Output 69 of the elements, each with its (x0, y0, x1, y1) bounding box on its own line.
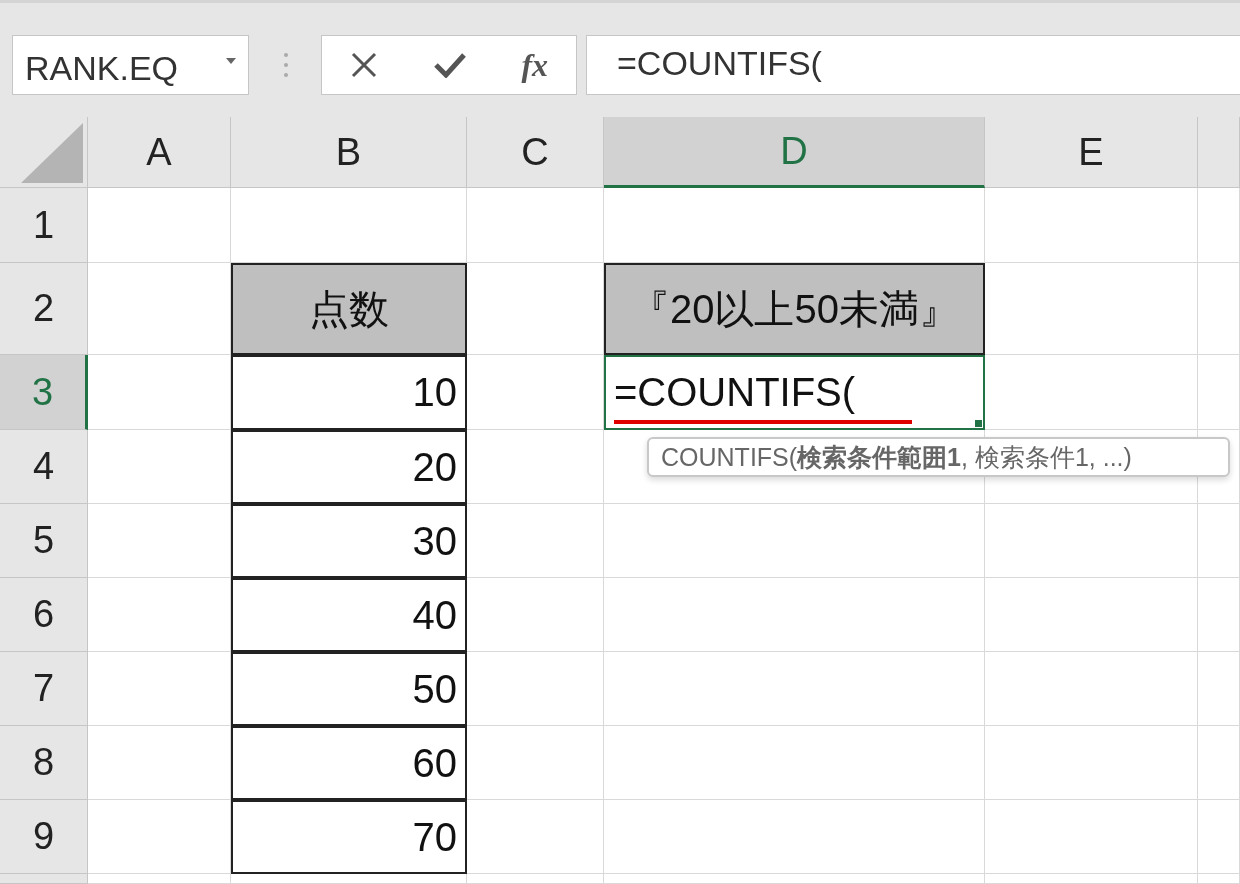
table-cell: 50 (231, 652, 467, 726)
table-cell: 70 (231, 800, 467, 874)
column-header[interactable]: D (604, 117, 985, 188)
checkmark-icon[interactable] (433, 52, 466, 78)
row-header[interactable]: 1 (0, 188, 88, 263)
table-cell: 『20以上50未満』 (604, 263, 985, 355)
row-header[interactable]: 7 (0, 652, 88, 726)
empty-cell[interactable] (1198, 504, 1240, 578)
empty-cell[interactable] (1198, 355, 1240, 430)
table-cell: 点数 (231, 263, 467, 355)
drag-handle-icon[interactable] (284, 52, 288, 78)
column-header[interactable]: B (231, 117, 467, 188)
table-cell: 40 (231, 578, 467, 652)
formula-bar[interactable]: =COUNTIFS( (586, 35, 1240, 95)
empty-cell[interactable] (604, 726, 985, 800)
insert-function-button[interactable]: fx (521, 46, 549, 84)
empty-cell[interactable] (1198, 800, 1240, 874)
name-box[interactable]: RANK.EQ (12, 35, 249, 95)
row-header[interactable]: 5 (0, 504, 88, 578)
empty-cell[interactable] (467, 652, 604, 726)
column-header[interactable]: E (985, 117, 1198, 188)
empty-cell[interactable] (985, 652, 1198, 726)
row-header[interactable]: 9 (0, 800, 88, 874)
row-header[interactable]: 2 (0, 263, 88, 355)
column-header[interactable]: A (88, 117, 231, 188)
table-cell: 20 (231, 430, 467, 504)
empty-cell[interactable] (985, 355, 1198, 430)
empty-cell[interactable] (467, 726, 604, 800)
empty-cell[interactable] (1198, 726, 1240, 800)
active-cell-input[interactable]: =COUNTIFS( (604, 355, 985, 430)
close-icon[interactable] (349, 51, 378, 79)
table-cell: 60 (231, 726, 467, 800)
empty-cell[interactable] (985, 504, 1198, 578)
empty-cell[interactable] (231, 874, 467, 884)
empty-cell[interactable] (1198, 578, 1240, 652)
empty-cell[interactable] (604, 874, 985, 884)
empty-cell[interactable] (985, 800, 1198, 874)
empty-cell[interactable] (985, 726, 1198, 800)
column-header[interactable] (1198, 117, 1240, 188)
empty-cell[interactable] (604, 504, 985, 578)
caret-icon[interactable] (226, 58, 236, 64)
empty-cell[interactable] (985, 188, 1198, 263)
empty-cell[interactable] (1198, 263, 1240, 355)
empty-cell[interactable] (604, 578, 985, 652)
column-header[interactable]: C (467, 117, 604, 188)
empty-cell[interactable] (467, 800, 604, 874)
table-cell: 10 (231, 355, 467, 430)
empty-cell[interactable] (985, 578, 1198, 652)
fill-handle[interactable] (974, 419, 983, 428)
row-header[interactable]: 8 (0, 726, 88, 800)
empty-cell[interactable] (1198, 652, 1240, 726)
empty-cell[interactable] (604, 800, 985, 874)
empty-cell[interactable] (985, 874, 1198, 884)
table-cell: 30 (231, 504, 467, 578)
empty-cell[interactable] (467, 355, 604, 430)
cell-formula-text: =COUNTIFS( (614, 370, 856, 415)
empty-cell[interactable] (467, 430, 604, 504)
empty-cell[interactable] (467, 188, 604, 263)
empty-cell[interactable] (467, 504, 604, 578)
empty-cell[interactable] (467, 874, 604, 884)
row-header[interactable]: 4 (0, 430, 88, 504)
row-header[interactable]: 6 (0, 578, 88, 652)
empty-cell[interactable] (467, 578, 604, 652)
function-tooltip: COUNTIFS(検索条件範囲1, 検索条件1, ...) (647, 437, 1230, 477)
row-header[interactable] (0, 874, 88, 884)
empty-cell[interactable] (1198, 874, 1240, 884)
select-all-icon[interactable] (21, 123, 83, 183)
row-header[interactable]: 3 (0, 355, 88, 430)
empty-cell[interactable] (604, 652, 985, 726)
